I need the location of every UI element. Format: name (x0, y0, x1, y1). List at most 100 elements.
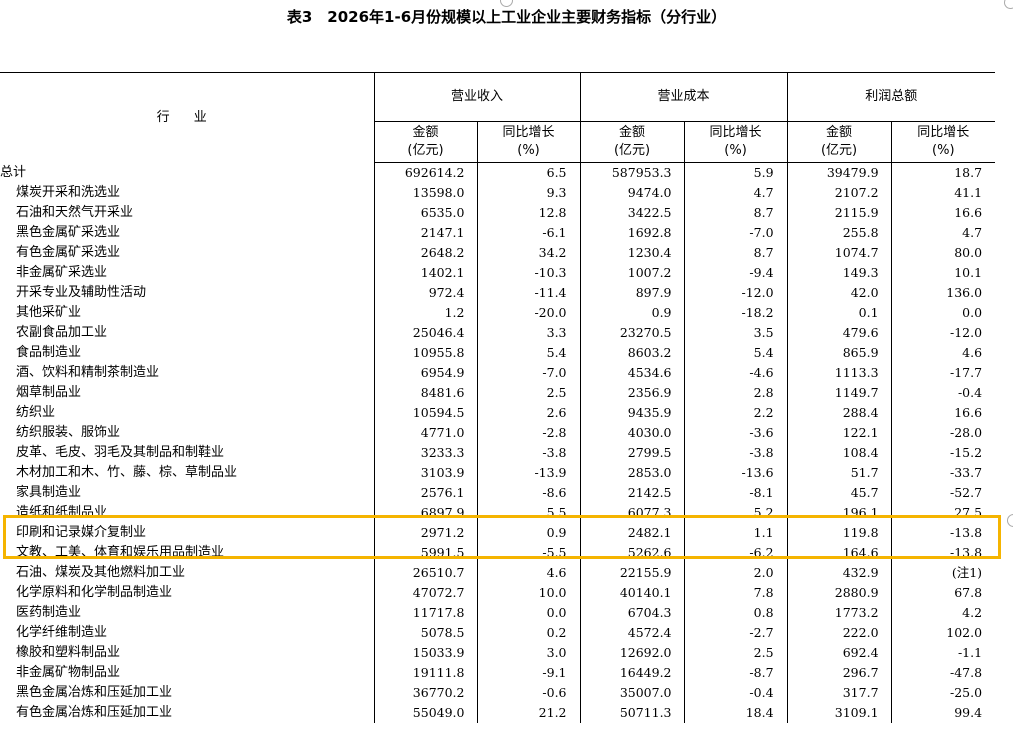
subheader-amount: 金额 (亿元) (373, 121, 477, 163)
industry-name: 家具制造业 (16, 485, 82, 500)
amount-cell: 108.4 (786, 443, 892, 463)
amount-cell: 122.1 (786, 423, 892, 443)
growth-cell: 4.6 (476, 563, 581, 583)
growth-cell: 0.2 (476, 623, 581, 643)
growth-cell: 41.1 (890, 183, 996, 203)
industry-name: 食品制造业 (16, 345, 82, 360)
growth-cell: 4.7 (683, 183, 788, 203)
amount-cell: 222.0 (786, 623, 892, 643)
growth-cell: -3.8 (476, 443, 581, 463)
amount-cell: 3233.3 (373, 443, 477, 463)
profit-header: 利润总额 (786, 72, 996, 122)
amount-cell: 51.7 (786, 463, 892, 483)
growth-cell: 5.9 (683, 162, 788, 183)
table-row: 家具制造业 2576.1 -8.6 2142.5 -8.1 45.7 -52.7 (0, 483, 996, 503)
amount-cell: 6954.9 (373, 363, 477, 383)
amount-cell: 972.4 (373, 283, 477, 303)
growth-cell: 80.0 (890, 243, 996, 263)
amount-cell: 587953.3 (579, 162, 685, 183)
table-row: 煤炭开采和洗选业 13598.0 9.3 9474.0 4.7 2107.2 41.1 (0, 183, 996, 203)
amount-cell: 2880.9 (786, 583, 892, 603)
amount-cell: 10594.5 (373, 403, 477, 423)
industry-name: 非金属矿采选业 (16, 265, 108, 280)
subheader-growth: 同比增长 (%) (476, 121, 581, 163)
growth-cell: 12.8 (476, 203, 581, 223)
amount-cell: 4030.0 (579, 423, 685, 443)
amount-cell: 1402.1 (373, 263, 477, 283)
growth-cell: 21.2 (476, 703, 581, 723)
table-row: 医药制造业 11717.8 0.0 6704.3 0.8 1773.2 4.2 (0, 603, 996, 623)
growth-cell: 2.8 (683, 383, 788, 403)
table-row: 木材加工和木、竹、藤、棕、草制品业 3103.9 -13.9 2853.0 -13.6 5… (0, 463, 996, 483)
growth-cell: 2.2 (683, 403, 788, 423)
table-row: 开采专业及辅助性活动 972.4 -11.4 897.9 -12.0 42.0 136.0 (0, 283, 996, 303)
industry-name: 木材加工和木、竹、藤、棕、草制品业 (16, 465, 238, 480)
growth-cell: -1.1 (890, 643, 996, 663)
growth-cell: -7.0 (683, 223, 788, 243)
amount-cell: 865.9 (786, 343, 892, 363)
amount-cell: 35007.0 (579, 683, 685, 703)
amount-cell: 1692.8 (579, 223, 685, 243)
amount-cell: 36770.2 (373, 683, 477, 703)
table-row: 石油、煤炭及其他燃料加工业 26510.7 4.6 22155.9 2.0 432.9 (注… (0, 563, 996, 583)
growth-cell: 34.2 (476, 243, 581, 263)
growth-cell: -8.1 (683, 483, 788, 503)
amount-cell: 1074.7 (786, 243, 892, 263)
amount-cell: 897.9 (579, 283, 685, 303)
table-row: 食品制造业 10955.8 5.4 8603.2 5.4 865.9 4.6 (0, 343, 996, 363)
table-row: 橡胶和塑料制品业 15033.9 3.0 12692.0 2.5 692.4 -1.1 (0, 643, 996, 663)
growth-cell: 0.8 (683, 603, 788, 623)
amount-cell: 3422.5 (579, 203, 685, 223)
table-row: 有色金属矿采选业 2648.2 34.2 1230.4 8.7 1074.7 80.0 (0, 243, 996, 263)
growth-cell: -8.6 (476, 483, 581, 503)
amount-cell: 432.9 (786, 563, 892, 583)
amount-cell: 1007.2 (579, 263, 685, 283)
growth-cell: 5.4 (683, 343, 788, 363)
growth-cell: 136.0 (890, 283, 996, 303)
table-row: 农副食品加工业 25046.4 3.3 23270.5 3.5 479.6 -12.0 (0, 323, 996, 343)
table-row: 其他采矿业 1.2 -20.0 0.9 -18.2 0.1 0.0 (0, 303, 996, 323)
table-row: 石油和天然气开采业 6535.0 12.8 3422.5 8.7 2115.9 16.6 (0, 203, 996, 223)
table-row: 黑色金属冶炼和压延加工业 36770.2 -0.6 35007.0 -0.4 317.7-… (0, 683, 996, 703)
amount-cell: 3109.1 (786, 703, 892, 723)
growth-cell: 6.5 (476, 162, 581, 183)
industry-name: 烟草制品业 (16, 385, 82, 400)
growth-cell: -3.6 (683, 423, 788, 443)
industry-name: 非金属矿物制品业 (16, 665, 121, 680)
growth-cell: -33.7 (890, 463, 996, 483)
amount-cell: 317.7 (786, 683, 892, 703)
growth-cell: 4.2 (890, 603, 996, 623)
amount-cell: 692.4 (786, 643, 892, 663)
amount-cell: 288.4 (786, 403, 892, 423)
industry-name: 石油、煤炭及其他燃料加工业 (16, 565, 186, 580)
amount-cell: 16449.2 (579, 663, 685, 683)
industry-name: 纺织服装、服饰业 (16, 425, 121, 440)
table-body: 总计 692614.2 6.5 587953.3 5.9 39479.9 18.7 煤炭开采和… (0, 162, 996, 723)
growth-cell: (注1) (890, 563, 996, 583)
growth-cell: 8.7 (683, 243, 788, 263)
growth-cell: -52.7 (890, 483, 996, 503)
amount-cell: 2648.2 (373, 243, 477, 263)
growth-cell: 16.6 (890, 403, 996, 423)
industry-name: 化学纤维制造业 (16, 625, 108, 640)
industry-name: 皮革、毛皮、羽毛及其制品和制鞋业 (16, 445, 225, 460)
amount-cell: 39479.9 (786, 162, 892, 183)
amount-cell: 255.8 (786, 223, 892, 243)
growth-cell: -2.8 (476, 423, 581, 443)
growth-cell: -6.1 (476, 223, 581, 243)
growth-cell: 2.5 (683, 643, 788, 663)
growth-cell: -13.9 (476, 463, 581, 483)
amount-cell: 12692.0 (579, 643, 685, 663)
amount-cell: 2147.1 (373, 223, 477, 243)
amount-cell: 2799.5 (579, 443, 685, 463)
amount-cell: 2356.9 (579, 383, 685, 403)
amount-cell: 692614.2 (373, 162, 477, 183)
revenue-header: 营业收入 (373, 72, 581, 122)
growth-cell: 16.6 (890, 203, 996, 223)
amount-cell: 2853.0 (579, 463, 685, 483)
amount-cell: 8603.2 (579, 343, 685, 363)
industry-name: 医药制造业 (16, 605, 82, 620)
amount-cell: 10955.8 (373, 343, 477, 363)
amount-cell: 2576.1 (373, 483, 477, 503)
industry-name: 纺织业 (16, 405, 56, 420)
